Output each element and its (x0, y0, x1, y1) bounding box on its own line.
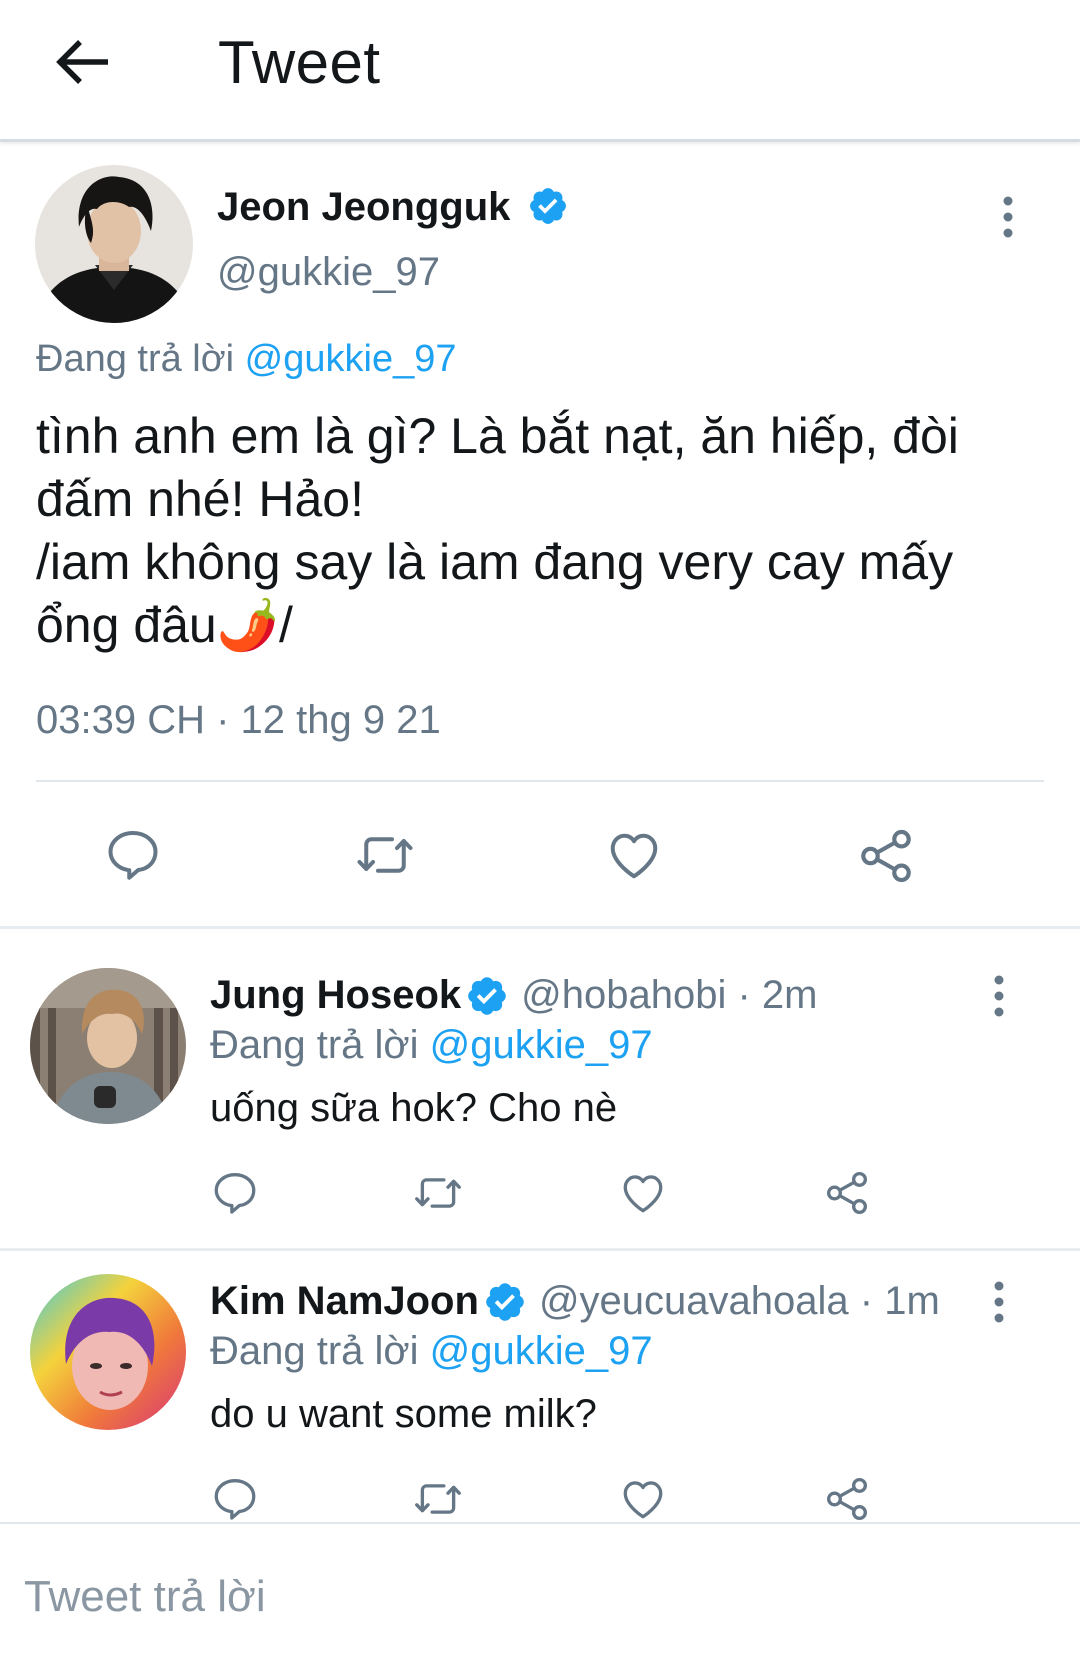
page-title: Tweet (218, 29, 381, 96)
more-options-icon[interactable] (985, 1280, 1013, 1324)
share-icon (855, 825, 917, 887)
reply-actions (0, 1474, 1080, 1522)
tweet-text: tình anh em là gì? Là bắt nạt, ăn hiếp, … (36, 408, 959, 653)
author-name[interactable]: Jung Hoseok (210, 973, 461, 1018)
tweet-actions (0, 825, 1080, 895)
verified-badge-icon (483, 1280, 527, 1324)
like-button[interactable] (604, 825, 664, 890)
replying-prefix: Đang trả lời (210, 1023, 419, 1067)
replying-to-handle-link[interactable]: @gukkie_97 (430, 1023, 653, 1067)
retweet-icon (410, 1474, 466, 1522)
section-divider (0, 1248, 1080, 1251)
replying-prefix: Đang trả lời (210, 1329, 419, 1373)
like-icon (604, 825, 664, 885)
replying-to: Đang trả lời @gukkie_97 (210, 1023, 653, 1068)
like-button[interactable] (618, 1168, 668, 1223)
reply-button[interactable] (210, 1168, 260, 1223)
divider (36, 780, 1044, 782)
avatar-jeongguk[interactable] (35, 165, 193, 323)
main-tweet: Jeon Jeongguk @gukkie_97 Đang trả lời @g… (0, 145, 1080, 927)
reply-input[interactable] (24, 1562, 1024, 1632)
reply-button[interactable] (103, 825, 163, 890)
reply-header: Jung Hoseok @hobahobi · 2m (210, 973, 817, 1018)
share-button[interactable] (822, 1474, 872, 1522)
share-icon (822, 1168, 872, 1218)
retweet-button[interactable] (352, 825, 418, 890)
replying-to-handle-link[interactable]: @gukkie_97 (245, 338, 457, 380)
author-handle[interactable]: @gukkie_97 (217, 250, 440, 295)
avatar-namjoon[interactable] (30, 1274, 186, 1430)
reply-icon (103, 825, 163, 885)
section-divider (0, 926, 1080, 929)
reply-text: do u want some milk? (210, 1392, 597, 1436)
retweet-button[interactable] (410, 1474, 466, 1522)
reply-text: uống sữa hok? Cho nè (210, 1086, 618, 1130)
back-button[interactable] (52, 30, 116, 94)
avatar-hoseok[interactable] (30, 968, 186, 1124)
retweet-icon (410, 1168, 466, 1218)
reply-actions (0, 1168, 1080, 1228)
share-button[interactable] (822, 1168, 872, 1223)
author-name[interactable]: Kim NamJoon (210, 1279, 479, 1324)
share-icon (822, 1474, 872, 1522)
tweet-timestamp: 03:39 CH · 12 thg 9 21 (36, 698, 441, 742)
reply-tweet[interactable]: Kim NamJoon @yeucuavahoala · 1m Đang trả… (0, 1274, 1080, 1522)
reply-composer (0, 1522, 1080, 1664)
replying-to-handle-link[interactable]: @gukkie_97 (430, 1329, 653, 1373)
share-button[interactable] (855, 825, 917, 892)
author-handle-time: @yeucuavahoala · 1m (538, 1279, 940, 1323)
retweet-button[interactable] (410, 1168, 466, 1223)
top-bar: Tweet (0, 0, 1080, 142)
reply-header: Kim NamJoon @yeucuavahoala · 1m (210, 1279, 940, 1324)
reply-icon (210, 1474, 260, 1522)
arrow-left-icon (56, 40, 108, 84)
reply-tweet[interactable]: Jung Hoseok @hobahobi · 2m Đang trả lời … (0, 968, 1080, 1248)
verified-badge-icon (527, 185, 569, 227)
like-icon (618, 1168, 668, 1218)
more-options-icon[interactable] (985, 974, 1013, 1018)
replying-to: Đang trả lời @gukkie_97 (36, 338, 457, 381)
retweet-icon (352, 825, 418, 885)
reply-icon (210, 1168, 260, 1218)
like-button[interactable] (618, 1474, 668, 1522)
verified-badge-icon (465, 974, 509, 1018)
replying-to: Đang trả lời @gukkie_97 (210, 1329, 653, 1374)
author-name[interactable]: Jeon Jeongguk (217, 185, 510, 230)
reply-button[interactable] (210, 1474, 260, 1522)
like-icon (618, 1474, 668, 1522)
more-options-icon[interactable] (994, 195, 1022, 239)
replying-prefix: Đang trả lời (36, 338, 235, 380)
author-handle-time: @hobahobi · 2m (521, 973, 818, 1017)
